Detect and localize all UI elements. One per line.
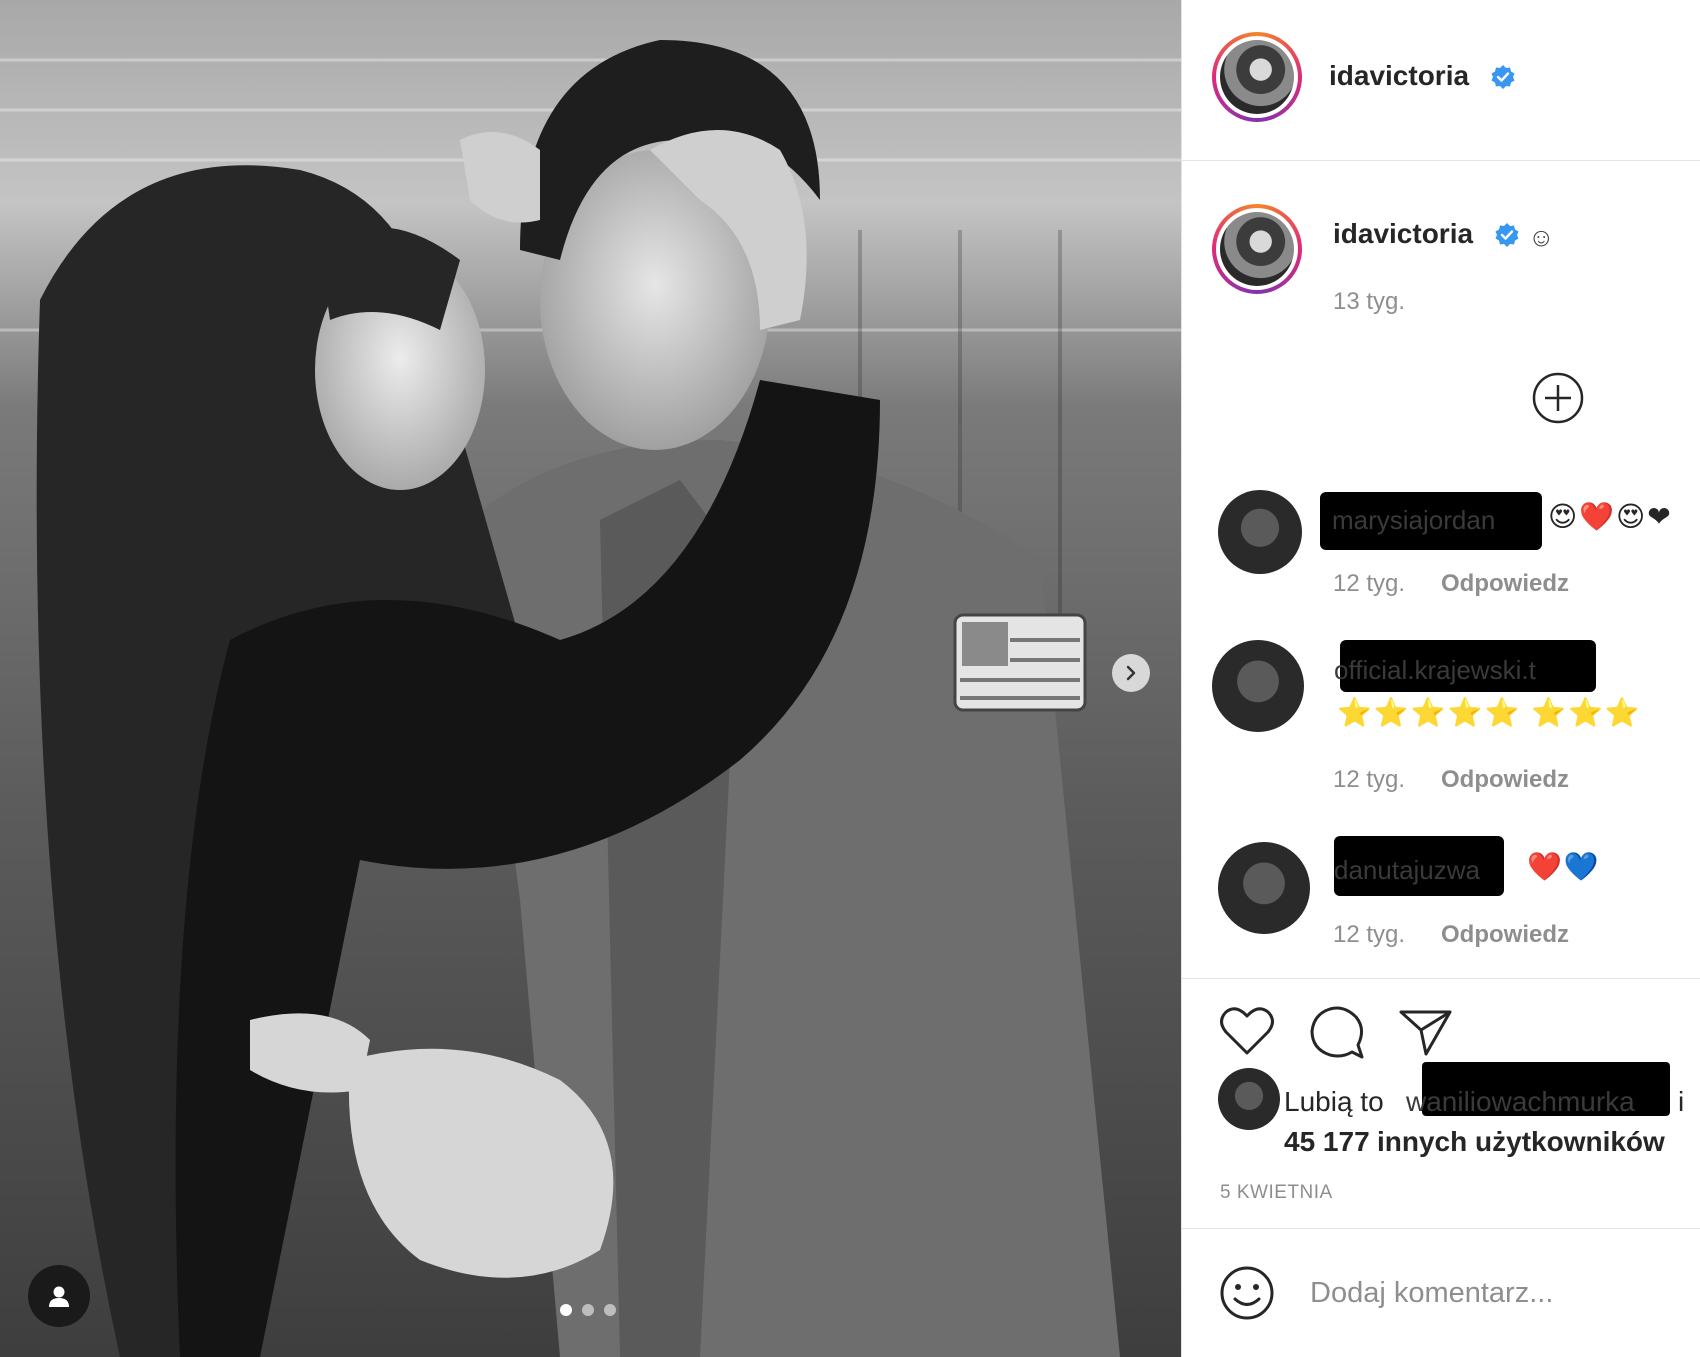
likes-prefix: Lubią to — [1284, 1086, 1384, 1117]
carousel-dot — [604, 1304, 616, 1316]
smile-icon[interactable] — [1219, 1265, 1275, 1321]
next-arrow-icon — [1126, 665, 1136, 681]
comment-text: ⭐⭐⭐⭐⭐ ⭐⭐⭐ — [1337, 697, 1642, 728]
add-icon[interactable] — [1531, 371, 1585, 425]
comment-time[interactable]: 12 tyg. — [1333, 766, 1405, 794]
post-sidebar: idavictoria idavictoria ☺ 13 tyg. marysi… — [1181, 0, 1700, 1357]
liker-avatar[interactable] — [1218, 1068, 1280, 1130]
comments-divider — [1182, 978, 1700, 979]
reply-button[interactable]: Odpowiedz — [1441, 921, 1569, 949]
comment-username[interactable]: danutajuzwa — [1334, 855, 1480, 886]
share-icon[interactable] — [1398, 1008, 1454, 1058]
caption-time[interactable]: 13 tyg. — [1333, 288, 1405, 316]
verified-icon — [1495, 223, 1519, 247]
reply-button[interactable]: Odpowiedz — [1441, 766, 1569, 794]
add-comment-input[interactable]: Dodaj komentarz... — [1310, 1277, 1553, 1310]
comment-time[interactable]: 12 tyg. — [1333, 921, 1405, 949]
author-avatar[interactable] — [1212, 32, 1302, 122]
next-photo-button[interactable] — [1112, 654, 1150, 692]
comment-icon[interactable] — [1308, 1005, 1364, 1059]
comment-text: 😍❤️😍❤ — [1548, 501, 1673, 532]
comment-avatar[interactable] — [1218, 842, 1310, 934]
heart-icon[interactable] — [1219, 1005, 1275, 1057]
carousel-indicator — [560, 1304, 616, 1316]
likes-count[interactable]: 45 177 — [1284, 1126, 1370, 1158]
caption-author-username[interactable]: idavictoria — [1333, 218, 1473, 250]
likes-suffix: i — [1678, 1086, 1685, 1117]
comment-username[interactable]: marysiajordan — [1332, 505, 1495, 536]
user-tag-icon — [49, 1286, 69, 1307]
comment-avatar[interactable] — [1218, 490, 1302, 574]
header-divider — [1182, 160, 1700, 161]
comment-avatar[interactable] — [1212, 640, 1304, 732]
photo-image — [0, 0, 1181, 1357]
post-date[interactable]: 5 KWIETNIA — [1220, 1182, 1333, 1204]
caption-author-avatar[interactable] — [1212, 204, 1302, 294]
author-username[interactable]: idavictoria — [1329, 60, 1469, 92]
verified-icon — [1491, 65, 1515, 89]
comment-username[interactable]: official.krajewski.t — [1334, 655, 1536, 686]
add-comment-divider — [1182, 1228, 1700, 1229]
caption-text: ☺ — [1528, 222, 1555, 252]
comment-time[interactable]: 12 tyg. — [1333, 570, 1405, 598]
carousel-dot — [560, 1304, 572, 1316]
liker-username[interactable]: waniliowachmurka — [1406, 1086, 1635, 1118]
post-photo[interactable] — [0, 0, 1181, 1357]
carousel-dot — [582, 1304, 594, 1316]
tagged-users-button[interactable] — [28, 1265, 90, 1327]
comment-text: ❤️💙 — [1527, 851, 1601, 882]
reply-button[interactable]: Odpowiedz — [1441, 570, 1569, 598]
likes-others[interactable]: innych użytkowników — [1377, 1126, 1665, 1158]
